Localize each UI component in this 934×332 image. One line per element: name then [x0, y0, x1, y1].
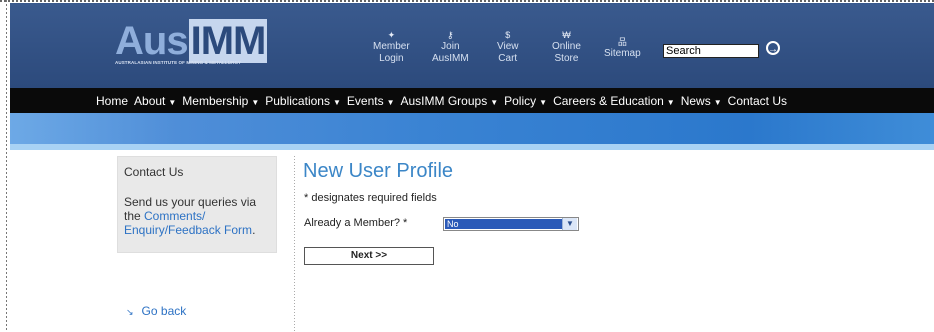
- logo-suffix: IMM: [188, 19, 268, 63]
- nav-membership[interactable]: Membership ▼: [182, 94, 259, 108]
- person-icon: ✦: [387, 30, 396, 40]
- page-title: New User Profile: [303, 160, 454, 182]
- nav-ausimm-groups[interactable]: AusIMM Groups ▼: [401, 94, 499, 108]
- nav-contact-us-label: Contact Us: [727, 93, 788, 108]
- online-store-line2: Store: [554, 53, 579, 64]
- next-button[interactable]: Next >>: [304, 247, 434, 265]
- online-store-link[interactable]: ₩ Online Store: [552, 29, 581, 65]
- logo-prefix: Aus: [115, 19, 189, 63]
- member-select-label: Already a Member? *: [304, 217, 408, 229]
- main-nav: Home About ▼ Membership ▼ Publications ▼ Ev…: [10, 88, 934, 113]
- search-go-button[interactable]: →: [766, 41, 780, 55]
- caret-down-icon: ▼: [332, 97, 341, 107]
- online-store-line1: Online: [552, 41, 581, 52]
- nav-home-label: Home: [96, 93, 129, 108]
- nav-publications-label: Publications: [265, 93, 330, 108]
- caret-down-icon: ▼: [490, 97, 499, 107]
- join-line2: AusIMM: [432, 53, 469, 64]
- member-select-value: No: [445, 219, 563, 229]
- go-back-label: Go back: [141, 304, 187, 318]
- contact-sidebar: Contact Us Send us your queries via the …: [117, 156, 277, 253]
- member-select[interactable]: No ▼: [443, 217, 579, 231]
- nav-about-label: About: [134, 93, 166, 108]
- view-cart-line1: View: [497, 41, 519, 52]
- key-icon: ⚷: [447, 30, 454, 40]
- column-divider: [294, 156, 295, 332]
- nav-about[interactable]: About ▼: [134, 94, 176, 108]
- member-login-line1: Member: [373, 41, 410, 52]
- nav-events[interactable]: Events ▼: [347, 94, 395, 108]
- arrow-down-right-icon: ↘: [126, 307, 134, 317]
- sidebar-text: Send us your queries via the Comments/ E…: [124, 195, 274, 237]
- sitemap-icon: 品: [617, 37, 627, 47]
- caret-down-icon: ▼: [386, 97, 395, 107]
- store-icon: ₩: [562, 30, 571, 40]
- caret-down-icon: ▼: [713, 97, 722, 107]
- caret-down-icon: ▼: [251, 97, 260, 107]
- banner-stripe: [10, 144, 934, 150]
- view-cart-link[interactable]: $ View Cart: [497, 29, 519, 65]
- feedback-form-link[interactable]: Comments/ Enquiry/Feedback Form: [124, 209, 252, 237]
- ausimm-logo[interactable]: AusIMM AUSTRALASIAN INSTITUTE OF MINING …: [115, 19, 285, 65]
- nav-events-label: Events: [346, 93, 384, 108]
- nav-membership-label: Membership: [182, 93, 249, 108]
- caret-down-icon: ▼: [168, 97, 177, 107]
- banner-band: [10, 113, 934, 144]
- go-back-link[interactable]: ↘ Go back: [126, 304, 186, 318]
- view-cart-line2: Cart: [498, 53, 518, 64]
- site-header: AusIMM AUSTRALASIAN INSTITUTE OF MINING …: [10, 3, 934, 88]
- nav-publications[interactable]: Publications ▼: [265, 94, 341, 108]
- nav-policy-label: Policy: [504, 93, 537, 108]
- dollar-icon: $: [505, 30, 511, 40]
- sitemap-label: Sitemap: [604, 48, 641, 59]
- join-link[interactable]: ⚷ Join AusIMM: [432, 29, 469, 65]
- nav-careers-education-label: Careers & Education: [553, 93, 664, 108]
- caret-down-icon: ▼: [666, 97, 675, 107]
- nav-news-label: News: [680, 93, 711, 108]
- nav-policy[interactable]: Policy ▼: [504, 94, 547, 108]
- join-line1: Join: [441, 41, 460, 52]
- sitemap-link[interactable]: 品 Sitemap: [604, 36, 641, 60]
- logo-wordmark: AusIMM: [115, 19, 285, 63]
- page-border-left: [6, 0, 7, 332]
- search-input[interactable]: [663, 44, 759, 58]
- nav-home[interactable]: Home: [96, 94, 128, 108]
- required-fields-note: * designates required fields: [304, 192, 437, 204]
- nav-contact-us[interactable]: Contact Us: [728, 94, 787, 108]
- chevron-down-icon[interactable]: ▼: [562, 218, 577, 230]
- sidebar-title: Contact Us: [124, 165, 184, 179]
- page-border-top: [0, 0, 934, 2]
- member-login-link[interactable]: ✦ Member Login: [373, 29, 410, 65]
- nav-careers-education[interactable]: Careers & Education ▼: [553, 94, 675, 108]
- member-login-line2: Login: [379, 53, 404, 64]
- sidebar-text-after: .: [252, 223, 256, 237]
- caret-down-icon: ▼: [539, 97, 548, 107]
- arrow-right-icon: →: [768, 44, 778, 55]
- nav-ausimm-groups-label: AusIMM Groups: [400, 93, 488, 108]
- nav-news[interactable]: News ▼: [681, 94, 722, 108]
